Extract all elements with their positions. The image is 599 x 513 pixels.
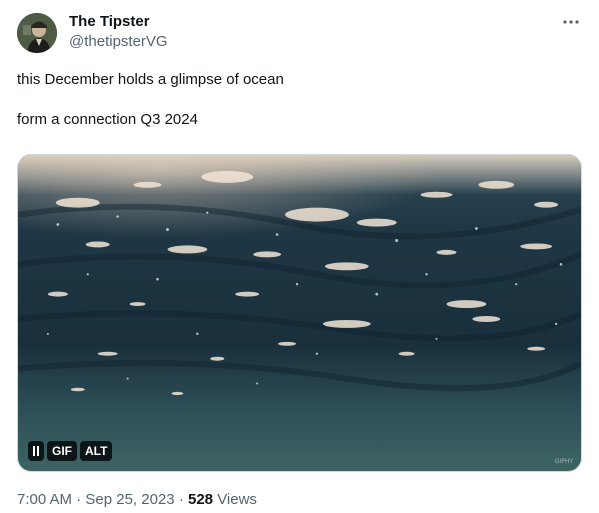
views-count: 528 — [187, 491, 214, 508]
author-handle[interactable]: @thetipsterVG — [69, 32, 168, 52]
views-label: Views — [217, 491, 257, 508]
tweet-text: this December holds a glimpse of ocean f… — [17, 70, 582, 130]
gif-media[interactable]: GIF ALT GIPHY — [17, 154, 582, 472]
pause-button[interactable] — [28, 441, 44, 461]
tweet-card[interactable]: The Tipster @thetipsterVG this December … — [0, 0, 599, 513]
gif-badge[interactable]: GIF — [47, 441, 77, 461]
tweet-text-line: this December holds a glimpse of ocean — [17, 71, 284, 88]
avatar-portrait-icon — [17, 13, 57, 53]
ocean-scene-image — [18, 155, 581, 471]
tweet-text-line: form a connection Q3 2024 — [17, 111, 198, 128]
more-button[interactable] — [560, 12, 582, 32]
author-names: The Tipster @thetipsterVG — [69, 13, 168, 52]
view-count[interactable]: 528 Views — [188, 491, 257, 508]
tweet-meta: 7:00 AM · Sep 25, 2023 · 528 Views — [17, 490, 257, 510]
meta-separator: · — [76, 491, 82, 508]
more-horizontal-icon — [563, 20, 579, 24]
giphy-watermark: GIPHY — [554, 458, 573, 465]
tweet-timestamp[interactable]: 7:00 AM · Sep 25, 2023 — [17, 491, 175, 508]
alt-text-button[interactable]: ALT — [80, 441, 113, 461]
tweet-date: Sep 25, 2023 — [85, 491, 175, 508]
avatar[interactable] — [17, 13, 57, 53]
pause-icon — [33, 446, 39, 456]
author-display-name[interactable]: The Tipster — [69, 13, 168, 31]
tweet-time: 7:00 AM — [17, 491, 73, 508]
meta-separator: · — [178, 491, 184, 508]
tweet-header: The Tipster @thetipsterVG — [17, 12, 582, 53]
media-controls: GIF ALT — [28, 441, 113, 461]
